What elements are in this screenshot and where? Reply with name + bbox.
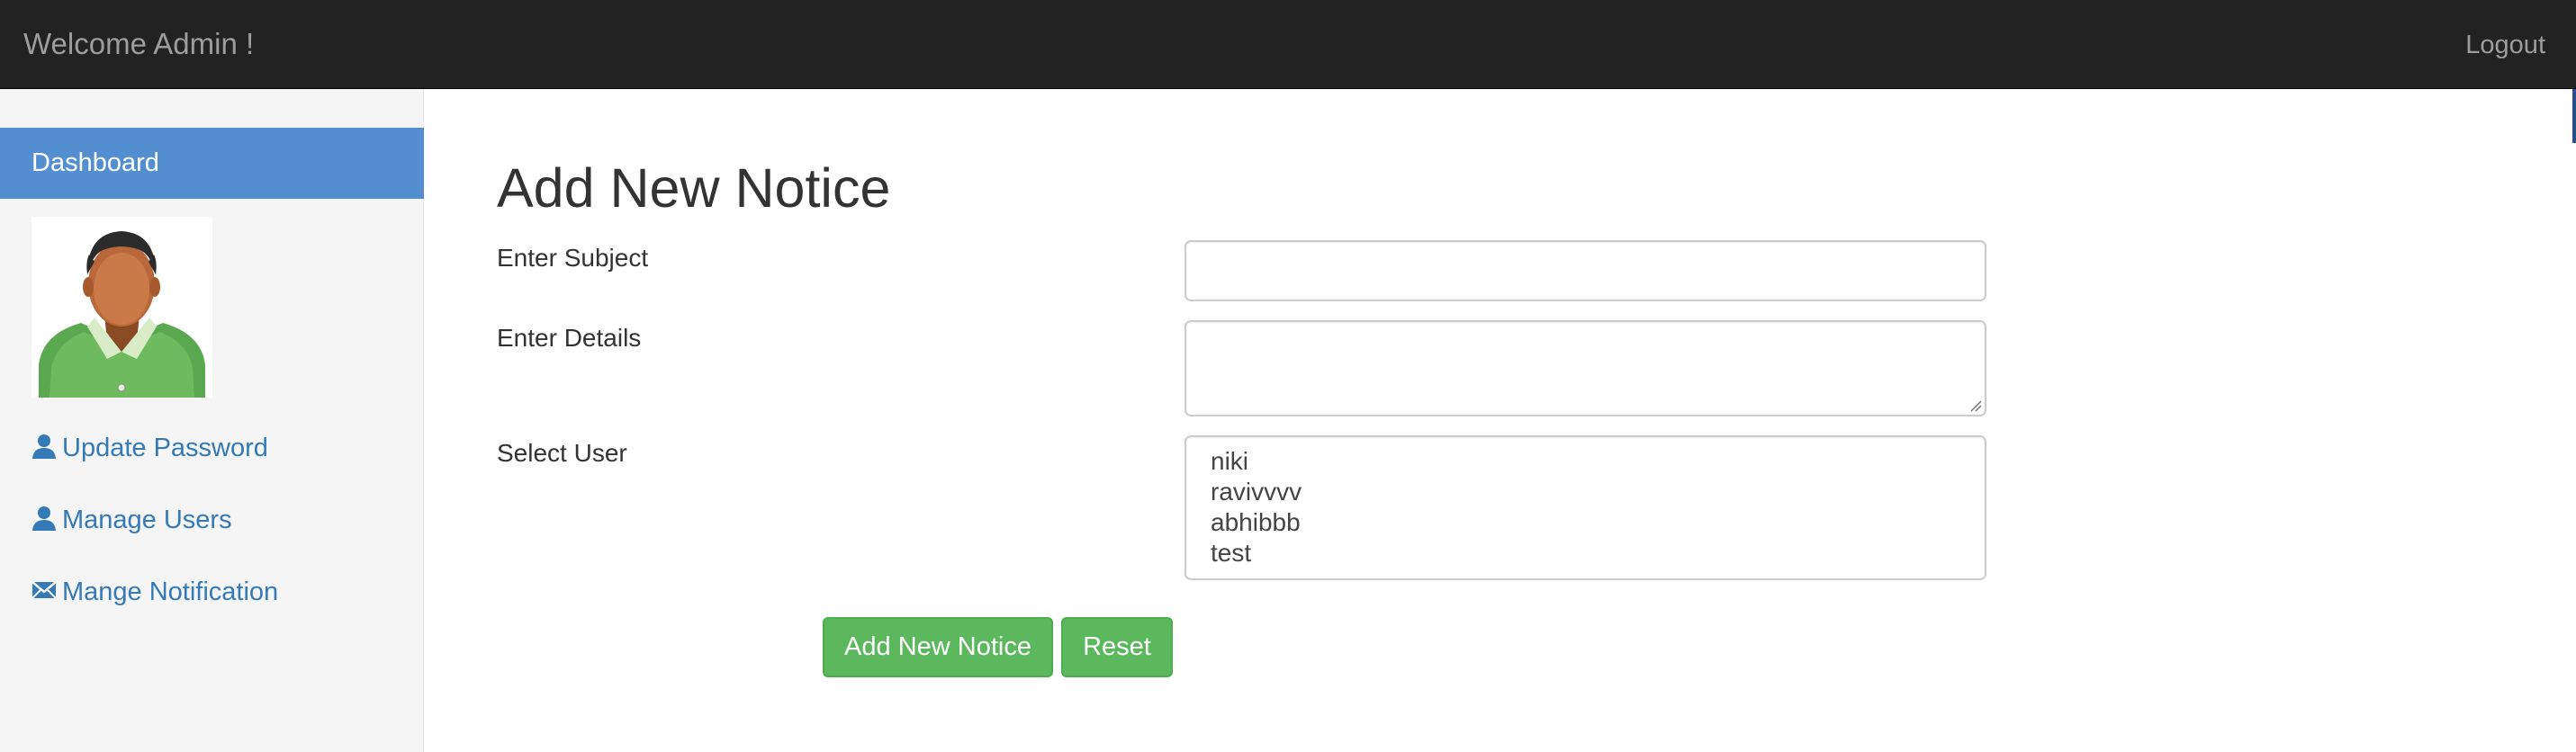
details-label: Enter Details: [497, 324, 642, 352]
user-option[interactable]: ravivvvv: [1186, 477, 1985, 507]
user-option[interactable]: test: [1186, 538, 1985, 568]
subject-label: Enter Subject: [497, 244, 649, 272]
envelope-icon: [32, 577, 57, 602]
sidebar-item-manage-notification[interactable]: Mange Notification: [32, 574, 278, 610]
page-title: Add New Notice: [497, 157, 891, 219]
brand-welcome-text: Welcome Admin !: [23, 27, 255, 60]
sidebar-item-label: Mange Notification: [62, 577, 279, 606]
user-option[interactable]: abhibbb: [1186, 507, 1985, 538]
sidebar-item-update-password[interactable]: Update Password: [32, 430, 268, 466]
user-option[interactable]: niki: [1186, 446, 1985, 477]
resize-grip-icon[interactable]: [1969, 399, 1982, 412]
logout-link[interactable]: Logout: [2465, 27, 2545, 63]
add-new-notice-button[interactable]: Add New Notice: [823, 617, 1053, 677]
reset-button[interactable]: Reset: [1061, 617, 1173, 677]
user-icon: [32, 505, 57, 531]
sidebar-item-label: Update Password: [62, 434, 268, 462]
user-icon: [32, 433, 57, 459]
sidebar-item-manage-users[interactable]: Manage Users: [32, 502, 232, 538]
details-textarea[interactable]: [1184, 320, 1986, 416]
sidebar: Dashboard Update Password Manage Users M…: [0, 89, 424, 752]
top-navbar: Welcome Admin ! Logout: [0, 0, 2576, 89]
subject-input[interactable]: [1184, 240, 1986, 301]
sidebar-item-dashboard[interactable]: Dashboard: [0, 128, 424, 199]
window-edge-indicator: [2572, 89, 2576, 143]
user-avatar-icon: [32, 217, 212, 398]
select-user-label: Select User: [497, 439, 627, 467]
sidebar-item-label: Manage Users: [62, 506, 232, 534]
user-select-list[interactable]: niki ravivvvv abhibbb test: [1184, 435, 1986, 580]
